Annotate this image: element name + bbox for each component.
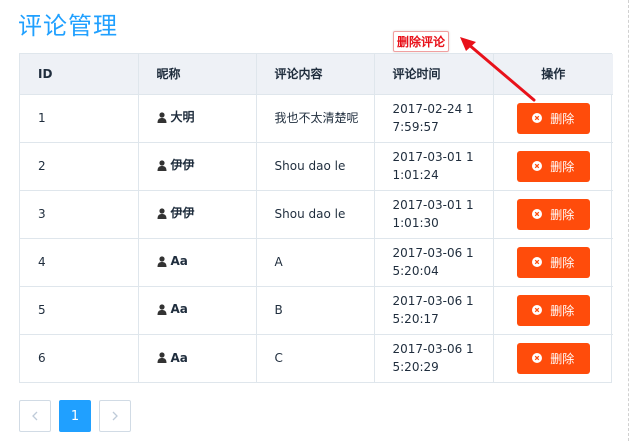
delete-button[interactable]: 删除 — [516, 198, 590, 230]
delete-button[interactable]: 删除 — [516, 102, 590, 134]
delete-button[interactable]: 删除 — [516, 150, 590, 182]
cell-nickname: 伊伊 — [138, 190, 257, 239]
cell-id: 1 — [20, 94, 139, 143]
nickname-text: 伊伊 — [170, 206, 195, 221]
cell-actions: 删除 — [493, 142, 613, 191]
nickname: 伊伊 — [157, 156, 195, 174]
delete-button-label: 删除 — [550, 351, 575, 366]
close-circle-icon — [532, 305, 543, 315]
close-circle-icon — [532, 353, 543, 364]
user-icon — [157, 352, 166, 363]
delete-button-label: 删除 — [550, 255, 575, 270]
cell-content: Shou dao le — [256, 142, 375, 191]
close-circle-icon — [532, 209, 543, 219]
cell-id: 5 — [20, 286, 139, 335]
close-circle-icon — [532, 161, 543, 171]
cell-id: 3 — [20, 190, 139, 239]
cell-time: 2017-03-06 15:20:17 — [374, 286, 494, 335]
delete-button[interactable]: 删除 — [516, 342, 590, 374]
cell-time: 2017-03-01 11:01:30 — [374, 190, 494, 239]
header-time: 评论时间 — [374, 54, 494, 95]
header-content: 评论内容 — [256, 54, 375, 95]
cell-content: C — [256, 334, 375, 382]
delete-button-label: 删除 — [550, 207, 575, 222]
cell-actions: 删除 — [493, 286, 613, 335]
user-icon — [157, 112, 166, 123]
cell-nickname: Aa — [138, 334, 257, 382]
nickname-text: 大明 — [170, 110, 195, 125]
nickname: Aa — [157, 252, 188, 270]
delete-button[interactable]: 删除 — [516, 294, 590, 326]
cell-time: 2017-03-06 15:20:04 — [374, 238, 494, 287]
pagination: 1 — [19, 400, 131, 432]
user-icon — [157, 208, 166, 219]
nickname: Aa — [157, 300, 188, 318]
cell-actions: 删除 — [493, 190, 613, 239]
nickname: 伊伊 — [157, 204, 195, 222]
nickname: 大明 — [157, 108, 195, 126]
user-icon — [157, 160, 166, 171]
cell-content: Shou dao le — [256, 190, 375, 239]
user-icon — [157, 256, 166, 267]
cell-content: 我也不太清楚呢 — [256, 94, 375, 143]
page-button-current[interactable]: 1 — [59, 400, 91, 432]
nickname: Aa — [157, 349, 188, 367]
cell-nickname: Aa — [138, 238, 257, 287]
nickname-text: Aa — [170, 254, 188, 269]
prev-page-button[interactable] — [19, 400, 51, 432]
table-row: 1 大明 我也不太清楚呢 2017-02-24 17:59:57 删除 — [20, 94, 613, 143]
close-circle-icon — [532, 113, 543, 123]
table-row: 5 Aa B 2017-03-06 15:20:17 删除 — [20, 286, 613, 335]
table-row: 4 Aa A 2017-03-06 15:20:04 删除 — [20, 238, 613, 287]
header-id: ID — [20, 54, 139, 95]
cell-time: 2017-02-24 17:59:57 — [374, 94, 494, 143]
header-actions: 操作 — [493, 54, 613, 95]
cell-id: 6 — [20, 334, 139, 382]
next-page-button[interactable] — [99, 400, 131, 432]
nickname-text: Aa — [170, 350, 188, 365]
delete-button-label: 删除 — [550, 159, 575, 174]
cell-id: 2 — [20, 142, 139, 191]
delete-button-label: 删除 — [550, 111, 575, 126]
cell-nickname: 大明 — [138, 94, 257, 143]
table-header-row: ID 昵称 评论内容 评论时间 操作 — [20, 54, 613, 95]
table-row: 3 伊伊 Shou dao le 2017-03-01 11:01:30 删除 — [20, 190, 613, 239]
delete-button[interactable]: 删除 — [516, 246, 590, 278]
close-circle-icon — [532, 257, 543, 267]
comments-table: ID 昵称 评论内容 评论时间 操作 1 大明 我也不太清楚呢 2017-02-… — [19, 53, 613, 383]
nickname-text: Aa — [170, 302, 188, 317]
cell-actions: 删除 — [493, 94, 613, 143]
header-nickname: 昵称 — [138, 54, 257, 95]
cell-actions: 删除 — [493, 334, 613, 382]
nickname-text: 伊伊 — [170, 158, 195, 173]
cell-nickname: 伊伊 — [138, 142, 257, 191]
cell-id: 4 — [20, 238, 139, 287]
user-icon — [157, 304, 166, 315]
delete-button-label: 删除 — [550, 303, 575, 318]
cell-content: B — [256, 286, 375, 335]
table-row: 6 Aa C 2017-03-06 15:20:29 删除 — [20, 334, 613, 382]
screenshot-edge — [628, 0, 629, 441]
chevron-right-icon — [112, 411, 118, 421]
cell-content: A — [256, 238, 375, 287]
cell-nickname: Aa — [138, 286, 257, 335]
table-row: 2 伊伊 Shou dao le 2017-03-01 11:01:24 删除 — [20, 142, 613, 191]
chevron-left-icon — [32, 411, 38, 421]
cell-actions: 删除 — [493, 238, 613, 287]
cell-time: 2017-03-06 15:20:29 — [374, 334, 494, 382]
annotation-label: 删除评论 — [393, 31, 450, 52]
cell-time: 2017-03-01 11:01:24 — [374, 142, 494, 191]
page-title: 评论管理 — [18, 12, 118, 40]
